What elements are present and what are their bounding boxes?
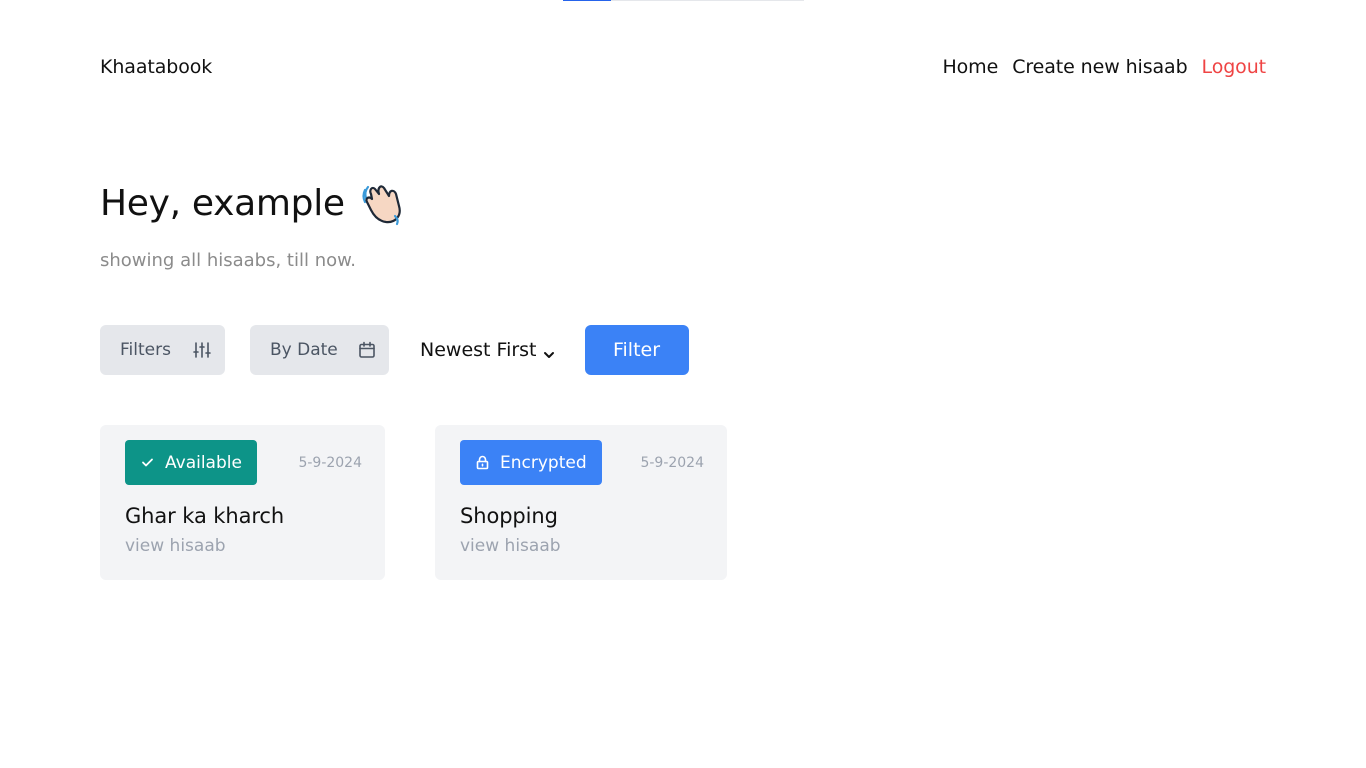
navbar: Khaatabook Home Create new hisaab Logout (100, 54, 1266, 80)
view-hisaab-link[interactable]: view hisaab (125, 536, 226, 556)
badge-label: Available (165, 452, 242, 473)
chevron-down-icon (543, 344, 555, 358)
waving-hand-icon (359, 180, 405, 226)
by-date-button[interactable]: By Date (250, 325, 389, 375)
status-badge-encrypted: Encrypted (460, 440, 602, 485)
status-badge-available: Available (125, 440, 257, 485)
by-date-button-label: By Date (270, 340, 338, 360)
brand-logo-text[interactable]: Khaatabook (100, 56, 212, 78)
badge-label: Encrypted (500, 452, 587, 473)
page-subtitle: showing all hisaabs, till now. (100, 250, 356, 271)
nav-link-logout[interactable]: Logout (1202, 56, 1267, 78)
filters-button-label: Filters (120, 340, 171, 360)
hisaab-card[interactable]: Available 5-9-2024 Ghar ka kharch view h… (100, 425, 385, 580)
nav-links: Home Create new hisaab Logout (942, 56, 1266, 78)
card-title: Ghar ka kharch (125, 504, 285, 528)
greeting: Hey, example (100, 180, 405, 226)
sort-order-selected: Newest First (420, 339, 537, 361)
apply-filter-button[interactable]: Filter (584, 325, 689, 375)
nav-link-home[interactable]: Home (942, 56, 998, 78)
check-icon (140, 455, 155, 470)
view-hisaab-link[interactable]: view hisaab (460, 536, 561, 556)
page-loading-bar (563, 0, 804, 1)
filter-toolbar: Filters By Date Newest First Filter (100, 325, 689, 375)
lock-icon (475, 455, 490, 470)
page-title: Hey, example (100, 182, 345, 224)
card-date: 5-9-2024 (298, 454, 362, 471)
filters-button[interactable]: Filters (100, 325, 225, 375)
card-header: Encrypted 5-9-2024 (460, 440, 704, 485)
card-header: Available 5-9-2024 (125, 440, 362, 485)
calendar-icon (358, 341, 376, 359)
sort-order-select[interactable]: Newest First (420, 339, 555, 361)
card-title: Shopping (460, 504, 558, 528)
hisaab-card[interactable]: Encrypted 5-9-2024 Shopping view hisaab (435, 425, 727, 580)
nav-link-create-hisaab[interactable]: Create new hisaab (1012, 56, 1187, 78)
card-date: 5-9-2024 (640, 454, 704, 471)
loading-progress-fill (563, 0, 612, 1)
hisaab-card-list: Available 5-9-2024 Ghar ka kharch view h… (100, 425, 727, 580)
sliders-icon (193, 341, 211, 359)
